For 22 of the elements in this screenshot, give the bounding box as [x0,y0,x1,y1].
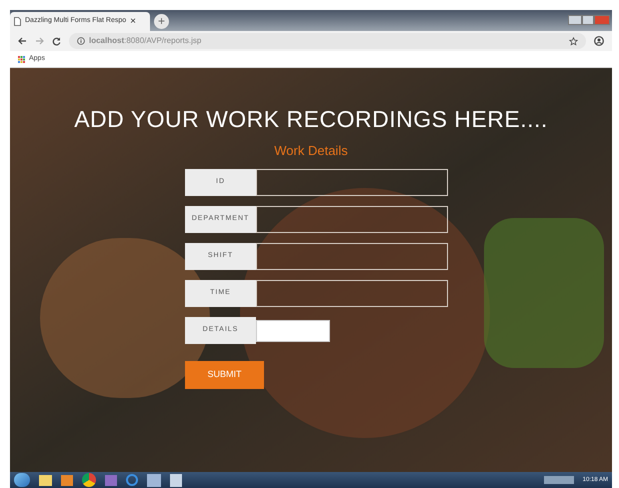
page-icon [14,17,21,26]
maximize-button[interactable] [582,15,594,25]
close-tab-button[interactable]: × [130,16,136,26]
folder-icon[interactable] [39,474,52,486]
input-field[interactable] [256,206,448,233]
new-tab-button[interactable]: + [154,14,169,29]
info-icon [77,37,85,45]
document-icon[interactable] [147,474,161,486]
input-field[interactable] [256,280,448,307]
input-field[interactable] [256,169,448,196]
apps-grid-icon [18,56,25,62]
details-textarea[interactable] [256,320,330,342]
profile-icon[interactable] [594,36,604,46]
reload-icon[interactable] [52,36,61,46]
form-title: Work Details [274,143,348,159]
input-field[interactable] [256,243,448,270]
star-icon[interactable] [569,36,578,46]
page-heading: ADD YOUR WORK RECORDINGS HERE.... [74,105,548,133]
minimize-button[interactable] [568,15,582,25]
start-button[interactable] [14,473,30,487]
back-arrow-icon[interactable] [18,37,27,45]
url-text: localhost:8080/AVP/reports.jsp [89,35,202,47]
